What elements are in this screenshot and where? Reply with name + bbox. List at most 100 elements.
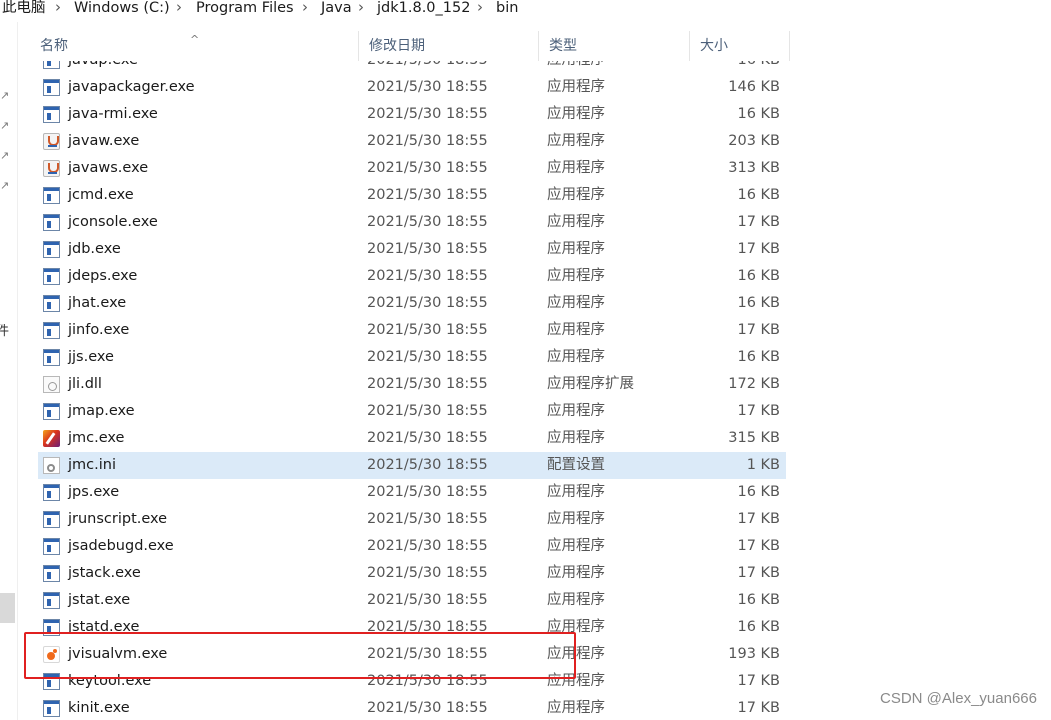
column-header-size[interactable]: 大小: [690, 31, 790, 61]
column-header-size-label: 大小: [700, 38, 728, 54]
file-name: java-rmi.exe: [68, 106, 158, 122]
file-size: 17 KB: [737, 700, 780, 716]
exe-file-icon: [43, 187, 60, 204]
breadcrumb-item-bin[interactable]: bin: [496, 0, 518, 16]
file-modified-date: 2021/5/30 18:55: [367, 268, 488, 284]
file-name: jhat.exe: [68, 295, 127, 311]
chevron-right-icon[interactable]: ›: [477, 0, 483, 15]
chevron-right-icon[interactable]: ›: [55, 0, 61, 15]
file-type: 应用程序: [547, 79, 605, 95]
file-modified-date: 2021/5/30 18:55: [367, 430, 488, 446]
file-size: 17 KB: [737, 403, 780, 419]
file-row[interactable]: jmap.exe 2021/5/30 18:55 应用程序 17 KB: [38, 398, 786, 425]
file-row[interactable]: jdeps.exe 2021/5/30 18:55 应用程序 16 KB: [38, 263, 786, 290]
file-row[interactable]: jhat.exe 2021/5/30 18:55 应用程序 16 KB: [38, 290, 786, 317]
file-name: jmap.exe: [68, 403, 135, 419]
file-size: 313 KB: [728, 160, 780, 176]
exe-file-icon: [43, 268, 60, 285]
column-header-type[interactable]: 类型: [539, 31, 690, 61]
file-name: jconsole.exe: [68, 214, 158, 230]
exe-file-icon: [43, 322, 60, 339]
exe-file-icon: [43, 484, 60, 501]
file-row[interactable]: kinit.exe 2021/5/30 18:55 应用程序 17 KB: [38, 695, 786, 720]
exe-file-icon: [43, 106, 60, 123]
breadcrumb-item-java[interactable]: Java: [321, 0, 352, 16]
file-size: 1 KB: [746, 457, 780, 473]
exe-file-icon: [43, 511, 60, 528]
file-row[interactable]: javaws.exe 2021/5/30 18:55 应用程序 313 KB: [38, 155, 786, 182]
file-row[interactable]: jinfo.exe 2021/5/30 18:55 应用程序 17 KB: [38, 317, 786, 344]
chevron-right-icon[interactable]: ›: [302, 0, 308, 15]
file-name: jmc.exe: [68, 430, 125, 446]
file-size: 16 KB: [737, 268, 780, 284]
file-name: jsadebugd.exe: [68, 538, 174, 554]
file-row[interactable]: jps.exe 2021/5/30 18:55 应用程序 16 KB: [38, 479, 786, 506]
file-row[interactable]: javap.exe 2021/5/30 18:55 应用程序 16 KB: [38, 61, 786, 74]
file-type: 应用程序: [547, 430, 605, 446]
annotation-highlight-box: [24, 632, 576, 679]
file-type: 应用程序: [547, 403, 605, 419]
file-row[interactable]: jrunscript.exe 2021/5/30 18:55 应用程序 17 KB: [38, 506, 786, 533]
file-type: 应用程序: [547, 295, 605, 311]
exe-file-icon: [43, 403, 60, 420]
exe-file-icon: [43, 295, 60, 312]
file-list: javap.exe2021/5/30 18:55应用程序16 KBjavapac…: [0, 61, 1051, 720]
chevron-right-icon[interactable]: ›: [358, 0, 364, 15]
file-size: 203 KB: [728, 133, 780, 149]
breadcrumb-item-this-pc[interactable]: 此电脑: [2, 0, 46, 16]
jmc-file-icon: [43, 430, 60, 447]
file-row[interactable]: jmc.exe 2021/5/30 18:55 应用程序 315 KB: [38, 425, 786, 452]
file-modified-date: 2021/5/30 18:55: [367, 592, 488, 608]
sort-ascending-icon: ^: [190, 33, 200, 46]
file-size: 17 KB: [737, 322, 780, 338]
file-row[interactable]: jli.dll 2021/5/30 18:55 应用程序扩展 172 KB: [38, 371, 786, 398]
file-size: 17 KB: [737, 214, 780, 230]
exe-file-icon: [43, 700, 60, 717]
file-row[interactable]: jjs.exe 2021/5/30 18:55 应用程序 16 KB: [38, 344, 786, 371]
file-size: 16 KB: [737, 484, 780, 500]
file-modified-date: 2021/5/30 18:55: [367, 322, 488, 338]
file-size: 16 KB: [737, 106, 780, 122]
file-modified-date: 2021/5/30 18:55: [367, 457, 488, 473]
file-row[interactable]: jdb.exe 2021/5/30 18:55 应用程序 17 KB: [38, 236, 786, 263]
column-header-date[interactable]: 修改日期: [359, 31, 539, 61]
file-type: 应用程序: [547, 187, 605, 203]
file-row[interactable]: jcmd.exe 2021/5/30 18:55 应用程序 16 KB: [38, 182, 786, 209]
exe-file-icon: [43, 349, 60, 366]
file-type: 应用程序: [547, 322, 605, 338]
file-size: 16 KB: [737, 592, 780, 608]
file-type: 应用程序: [547, 592, 605, 608]
column-header-name-label: 名称: [40, 38, 68, 54]
file-size: 172 KB: [728, 376, 780, 392]
exe-file-icon: [43, 241, 60, 258]
file-name: javaw.exe: [68, 133, 140, 149]
file-modified-date: 2021/5/30 18:55: [367, 484, 488, 500]
file-row[interactable]: jstat.exe 2021/5/30 18:55 应用程序 16 KB: [38, 587, 786, 614]
file-row[interactable]: jsadebugd.exe 2021/5/30 18:55 应用程序 17 KB: [38, 533, 786, 560]
file-name: jjs.exe: [68, 349, 114, 365]
file-size: 16 KB: [737, 187, 780, 203]
breadcrumb-item-windows-c[interactable]: Windows (C:): [74, 0, 170, 16]
file-row[interactable]: jconsole.exe 2021/5/30 18:55 应用程序 17 KB: [38, 209, 786, 236]
file-name: jdeps.exe: [68, 268, 138, 284]
file-row[interactable]: java-rmi.exe 2021/5/30 18:55 应用程序 16 KB: [38, 101, 786, 128]
file-size: 17 KB: [737, 538, 780, 554]
column-header-type-label: 类型: [549, 38, 577, 54]
breadcrumb-item-program-files[interactable]: Program Files: [196, 0, 294, 16]
chevron-right-icon[interactable]: ›: [176, 0, 182, 15]
file-type: 应用程序: [547, 349, 605, 365]
file-row[interactable]: jmc.ini 2021/5/30 18:55 配置设置 1 KB: [38, 452, 786, 479]
breadcrumb-item-jdk[interactable]: jdk1.8.0_152: [377, 0, 470, 16]
file-name: javaws.exe: [68, 160, 149, 176]
column-header-name[interactable]: 名称 ^: [30, 31, 359, 61]
exe-file-icon: [43, 592, 60, 609]
file-row[interactable]: javapackager.exe 2021/5/30 18:55 应用程序 146 K…: [38, 74, 786, 101]
file-type: 应用程序: [547, 106, 605, 122]
file-modified-date: 2021/5/30 18:55: [367, 241, 488, 257]
file-size: 17 KB: [737, 511, 780, 527]
file-name: jmc.ini: [68, 457, 116, 473]
file-modified-date: 2021/5/30 18:55: [367, 700, 488, 716]
file-row[interactable]: javaw.exe 2021/5/30 18:55 应用程序 203 KB: [38, 128, 786, 155]
file-row[interactable]: jstack.exe 2021/5/30 18:55 应用程序 17 KB: [38, 560, 786, 587]
file-type: 应用程序: [547, 700, 605, 716]
